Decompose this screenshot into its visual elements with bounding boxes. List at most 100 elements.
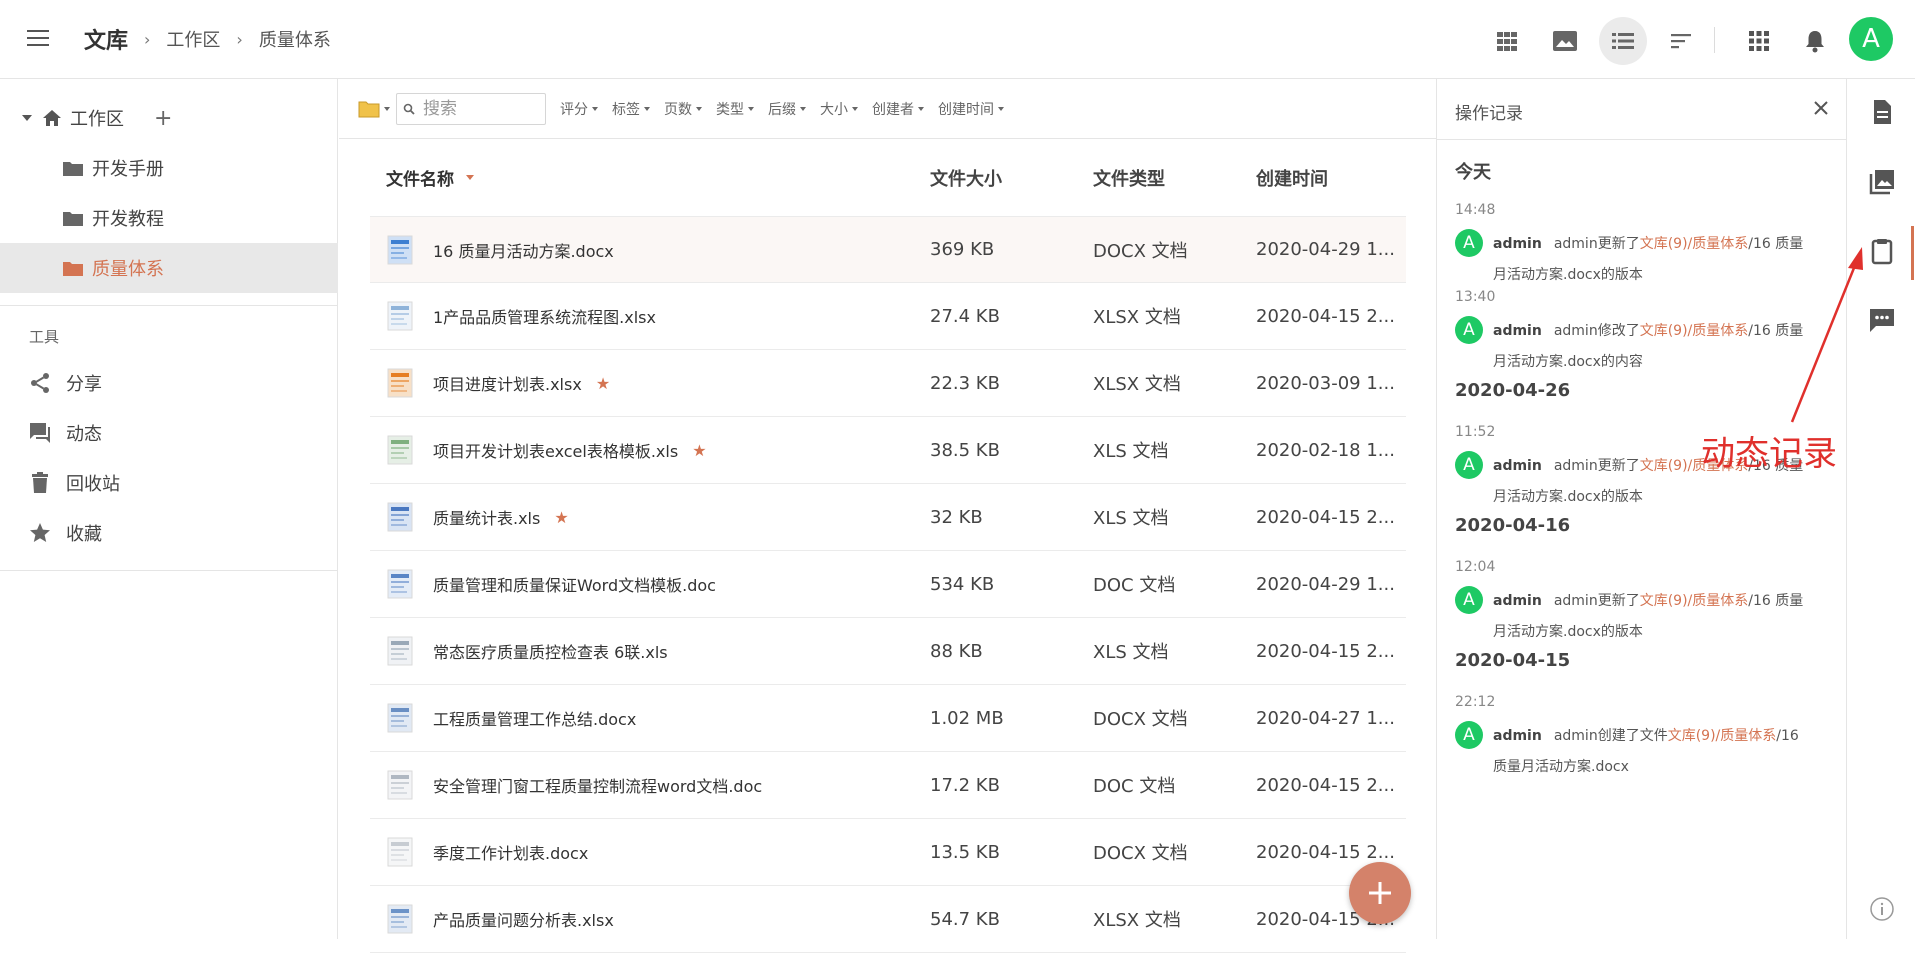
bell-icon[interactable]: [1791, 17, 1839, 65]
filter-size[interactable]: 大小: [820, 99, 858, 119]
file-name-cell: 项目进度计划表.xlsx ★: [370, 368, 930, 398]
file-name[interactable]: 产品质量问题分析表.xlsx: [433, 907, 614, 931]
activity-user[interactable]: admin: [1493, 728, 1542, 744]
apps-icon[interactable]: [1735, 17, 1783, 65]
breadcrumb-workspace[interactable]: 工作区: [166, 26, 220, 52]
file-name[interactable]: 项目进度计划表.xlsx: [433, 371, 582, 395]
file-name[interactable]: 质量统计表.xls: [433, 505, 540, 529]
file-name[interactable]: 1产品品质管理系统流程图.xlsx: [433, 304, 656, 328]
image-view-icon[interactable]: [1541, 17, 1589, 65]
activity-user[interactable]: admin: [1493, 593, 1542, 609]
sort-icon[interactable]: [1657, 17, 1705, 65]
file-size: 13.5 KB: [930, 841, 1000, 863]
document-icon[interactable]: [1867, 97, 1897, 127]
folder-icon: [62, 259, 84, 277]
filter-created-time[interactable]: 创建时间: [938, 99, 1004, 119]
star-icon: [28, 521, 52, 545]
activity-path-link[interactable]: 文库(9)/质量体系: [1640, 593, 1749, 609]
activity-text-continued: 月活动方案.docx的版本: [1493, 489, 1643, 505]
table-row[interactable]: 产品质量问题分析表.xlsx 54.7 KB XLSX 文档 2020-04-15 2…: [370, 886, 1406, 953]
breadcrumb-root[interactable]: 文库: [84, 23, 128, 55]
add-file-button[interactable]: [1349, 862, 1411, 924]
file-name-cell: 安全管理门窗工程质量控制流程word文档.doc: [370, 770, 930, 800]
info-icon[interactable]: [1867, 894, 1897, 924]
file-name[interactable]: 季度工作计划表.docx: [433, 840, 588, 864]
file-name-cell: 项目开发计划表excel表格模板.xls ★: [370, 435, 930, 465]
caret-down-icon: [384, 106, 390, 111]
add-folder-icon[interactable]: +: [154, 106, 172, 131]
activity-user[interactable]: admin: [1493, 236, 1542, 252]
search-input[interactable]: [421, 97, 541, 120]
file-name[interactable]: 16 质量月活动方案.docx: [433, 238, 614, 262]
breadcrumb-current[interactable]: 质量体系: [259, 26, 331, 52]
filter-creator[interactable]: 创建者: [872, 99, 924, 119]
activity-path-link[interactable]: 文库(9)/质量体系: [1640, 236, 1749, 252]
file-name[interactable]: 项目开发计划表excel表格模板.xls: [433, 438, 678, 462]
activity-text: admin admin修改了文库(9)/质量体系/16 质量: [1493, 323, 1804, 339]
user-avatar[interactable]: A: [1849, 17, 1893, 61]
file-thumbnail: [387, 502, 413, 532]
hamburger-menu-icon[interactable]: [26, 27, 52, 49]
column-header-time[interactable]: 创建时间: [1256, 165, 1406, 191]
tree-root-workspace[interactable]: 工作区 +: [0, 98, 338, 138]
file-name-cell: 1产品品质管理系统流程图.xlsx: [370, 301, 930, 331]
images-icon[interactable]: [1867, 166, 1897, 196]
sidebar-item-share[interactable]: 分享: [0, 358, 338, 408]
table-row[interactable]: 安全管理门窗工程质量控制流程word文档.doc 17.2 KB DOC 文档 202…: [370, 752, 1406, 819]
table-row[interactable]: 工程质量管理工作总结.docx 1.02 MB DOCX 文档 2020-04-27 …: [370, 685, 1406, 752]
filter-type[interactable]: 类型: [716, 99, 754, 119]
sidebar-folder-dev-tutorial[interactable]: 开发教程: [0, 193, 338, 243]
filter-rating[interactable]: 评分: [560, 99, 598, 119]
sidebar-folder-dev-manual[interactable]: 开发手册: [0, 143, 338, 193]
grid-view-icon[interactable]: [1483, 17, 1531, 65]
list-view-icon[interactable]: [1599, 17, 1647, 65]
caret-down-icon: [748, 106, 754, 111]
table-row[interactable]: 季度工作计划表.docx 13.5 KB DOCX 文档 2020-04-15 2..…: [370, 819, 1406, 886]
file-name[interactable]: 质量管理和质量保证Word文档模板.doc: [433, 572, 716, 596]
table-row[interactable]: 质量统计表.xls ★ 32 KB XLS 文档 2020-04-15 2...: [370, 484, 1406, 551]
sidebar-item-activity[interactable]: 动态: [0, 408, 338, 458]
tree-root-label: 工作区: [70, 109, 124, 130]
table-row[interactable]: 项目进度计划表.xlsx ★ 22.3 KB XLSX 文档 2020-03-09 1.…: [370, 350, 1406, 417]
activity-icon: [28, 421, 52, 445]
close-icon[interactable]: [1809, 96, 1833, 120]
table-row[interactable]: 1产品品质管理系统流程图.xlsx 27.4 KB XLSX 文档 2020-04-1…: [370, 283, 1406, 350]
sidebar-item-favorites[interactable]: 收藏: [0, 508, 338, 558]
filter-tags[interactable]: 标签: [612, 99, 650, 119]
sidebar-folder-quality-system[interactable]: 质量体系: [0, 243, 338, 293]
column-header-size[interactable]: 文件大小: [930, 165, 1093, 191]
sidebar-item-trash[interactable]: 回收站: [0, 458, 338, 508]
column-header-name[interactable]: 文件名称: [370, 165, 930, 190]
file-created-time: 2020-04-15 2...: [1256, 640, 1395, 662]
file-name[interactable]: 常态医疗质量质控检查表 6联.xls: [433, 639, 668, 663]
favorite-star-icon[interactable]: ★: [554, 508, 568, 527]
file-name[interactable]: 工程质量管理工作总结.docx: [433, 706, 636, 730]
file-thumbnail: [387, 904, 413, 934]
folder-dropdown[interactable]: [358, 100, 390, 118]
search-box[interactable]: [396, 92, 546, 125]
clipboard-icon[interactable]: [1867, 236, 1897, 266]
activity-text: admin admin更新了文库(9)/质量体系/16 质量: [1493, 236, 1804, 252]
activity-user[interactable]: admin: [1493, 323, 1542, 339]
file-name-cell: 产品质量问题分析表.xlsx: [370, 904, 930, 934]
activity-text-continued: 月活动方案.docx的版本: [1493, 624, 1643, 640]
comment-icon[interactable]: [1867, 305, 1897, 335]
table-row[interactable]: 16 质量月活动方案.docx 369 KB DOCX 文档 2020-04-29 1…: [370, 216, 1406, 283]
file-created-time: 2020-04-15 2...: [1256, 305, 1395, 327]
filter-suffix[interactable]: 后缀: [768, 99, 806, 119]
table-row[interactable]: 常态医疗质量质控检查表 6联.xls 88 KB XLS 文档 2020-04-15 …: [370, 618, 1406, 685]
table-row[interactable]: 质量管理和质量保证Word文档模板.doc 534 KB DOC 文档 2020-04…: [370, 551, 1406, 618]
sidebar-tool-label: 动态: [66, 424, 102, 445]
filter-pages[interactable]: 页数: [664, 99, 702, 119]
table-row[interactable]: 项目开发计划表excel表格模板.xls ★ 38.5 KB XLS 文档 2020-0…: [370, 417, 1406, 484]
activity-user[interactable]: admin: [1493, 458, 1542, 474]
caret-down-icon[interactable]: [22, 115, 32, 121]
column-header-type[interactable]: 文件类型: [1093, 165, 1256, 191]
activity-path-link[interactable]: 文库(9)/质量体系: [1640, 323, 1749, 339]
file-name[interactable]: 安全管理门窗工程质量控制流程word文档.doc: [433, 773, 762, 797]
favorite-star-icon[interactable]: ★: [692, 441, 706, 460]
favorite-star-icon[interactable]: ★: [596, 374, 610, 393]
activity-path-link[interactable]: 文库(9)/质量体系: [1668, 728, 1777, 744]
activity-time: 11:52: [1455, 424, 1496, 440]
file-thumbnail: [387, 569, 413, 599]
